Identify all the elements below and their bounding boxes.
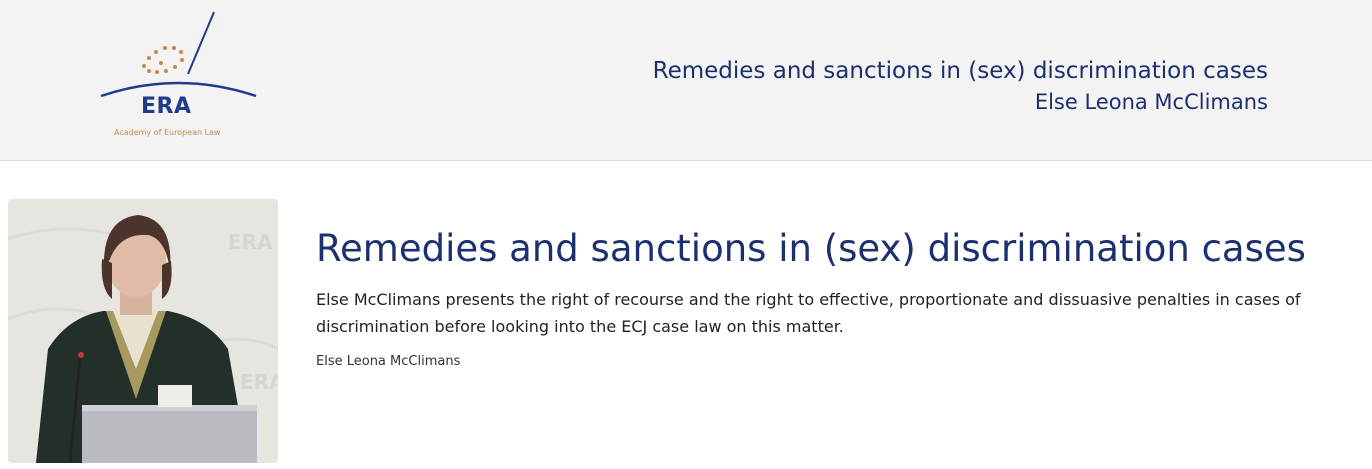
page-header: ERA Academy of European Law Remedies and… [0,0,1372,161]
era-logo-icon[interactable] [96,8,261,143]
photo-bg-era-2: ERA [240,370,278,394]
logo-text: ERA [141,94,192,119]
header-titles: Remedies and sanctions in (sex) discrimi… [653,56,1268,119]
speaker-photo[interactable]: ERA ERA [8,199,278,463]
logo-subtitle: Academy of European Law [114,128,221,137]
speaker-name: Else Leona McClimans [316,354,461,369]
description: Else McClimans presents the right of rec… [316,290,1301,336]
speaker-photo-image: ERA ERA [8,199,278,463]
main-content: Remedies and sanctions in (sex) discrimi… [316,222,1366,369]
header-author: Else Leona McClimans [1034,90,1268,114]
header-title: Remedies and sanctions in (sex) discrimi… [652,58,1268,84]
photo-bg-era-1: ERA [228,230,273,254]
page-title[interactable]: Remedies and sanctions in (sex) discrimi… [316,222,1366,276]
